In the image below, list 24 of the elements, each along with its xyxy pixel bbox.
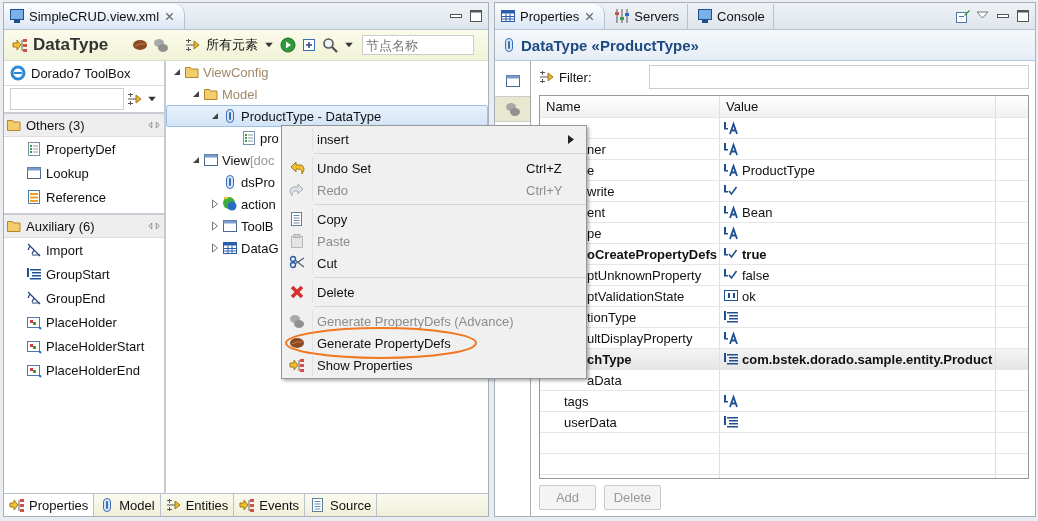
property-name: tionType <box>587 309 637 325</box>
property-value: ProductType <box>742 162 815 178</box>
properties-title: DataType «ProductType» <box>521 36 699 54</box>
property-name: ptUnknownProperty <box>587 267 702 283</box>
property-name: pe <box>587 225 602 241</box>
property-name: tags <box>564 393 589 409</box>
property-name: oCreatePropertyDefs <box>587 246 718 262</box>
property-value: false <box>742 267 770 283</box>
property-value: ok <box>742 288 756 304</box>
property-value: com.bstek.dorado.sample.entity.Product <box>742 351 993 367</box>
property-name: ner <box>587 141 606 157</box>
property-name: ultDisplayProperty <box>587 330 693 346</box>
filter-label: Filter: <box>559 69 593 85</box>
property-name: write <box>587 183 615 199</box>
property-name: ptValidationState <box>587 288 685 304</box>
editor-title: DataType <box>33 35 109 55</box>
property-name: ent <box>587 204 606 220</box>
property-value: true <box>742 246 767 262</box>
property-value: Bean <box>742 204 773 220</box>
toolbox-title: Dorado7 ToolBox <box>31 65 131 81</box>
property-name: chType <box>587 351 632 367</box>
property-name: aData <box>587 372 622 388</box>
property-name: e <box>587 162 595 178</box>
property-name: userData <box>564 414 617 430</box>
